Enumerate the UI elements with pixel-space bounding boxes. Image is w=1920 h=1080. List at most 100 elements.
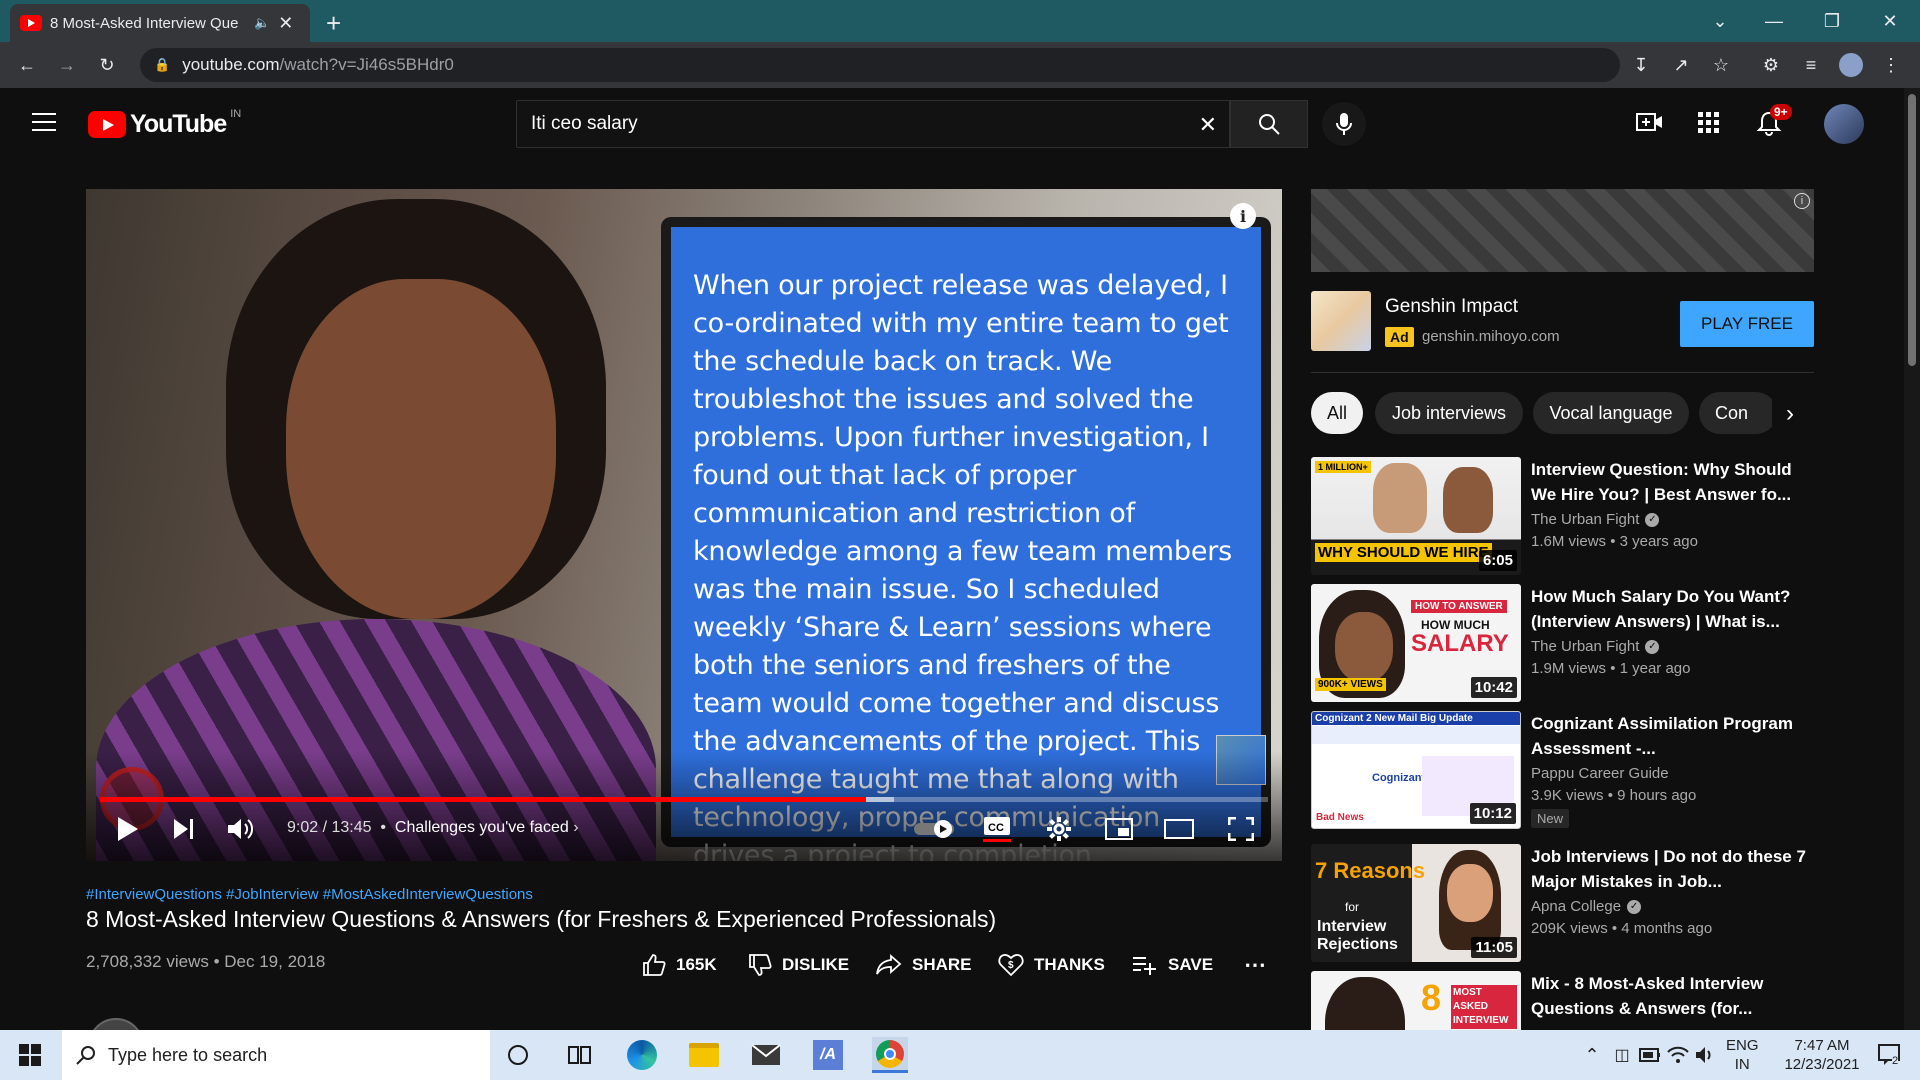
page-scrollbar[interactable] [1904, 88, 1920, 1030]
profile-avatar-icon[interactable] [1838, 52, 1864, 78]
theater-mode-button[interactable] [1158, 811, 1200, 847]
dislike-button[interactable]: DISLIKE [748, 950, 849, 980]
recommended-video[interactable]: HOW TO ANSWER HOW MUCH SALARY 900K+ VIEW… [1311, 584, 1814, 702]
taskbar-search-input[interactable]: Type here to search [62, 1030, 490, 1080]
lock-icon[interactable]: 🔒 [154, 57, 170, 73]
restore-button[interactable]: ❐ [1810, 6, 1854, 36]
video-title[interactable]: Interview Question: Why Should We Hire Y… [1531, 457, 1811, 507]
share-button[interactable]: SHARE [876, 950, 972, 980]
search-placeholder: Type here to search [108, 1044, 268, 1065]
channel-name[interactable]: The Urban Fight ✓ [1531, 511, 1660, 528]
settings-gear-icon[interactable] [1038, 811, 1080, 847]
ad-info-icon[interactable]: i [1794, 193, 1810, 209]
clock[interactable]: 7:47 AM 12/23/2021 [1772, 1036, 1872, 1074]
speaker-icon[interactable]: 🔈 [254, 15, 270, 31]
video-title[interactable]: How Much Salary Do You Want? (Interview … [1531, 584, 1811, 634]
cortana-icon[interactable] [500, 1037, 536, 1073]
file-explorer-icon[interactable] [686, 1037, 722, 1073]
more-actions-icon[interactable]: ⋯ [1244, 950, 1266, 980]
chapter-chevron-icon[interactable]: › [573, 819, 578, 836]
video-thumbnail[interactable]: 7 Reasons for Interview Rejections 11:05 [1311, 844, 1521, 962]
info-icon[interactable]: i [1230, 203, 1256, 229]
clear-search-icon[interactable]: ✕ [1199, 112, 1217, 138]
mail-icon[interactable] [748, 1037, 784, 1073]
ad-banner-image[interactable]: i [1311, 189, 1814, 272]
chip-vocal-language[interactable]: Vocal language [1533, 392, 1689, 434]
task-view-icon[interactable] [562, 1037, 598, 1073]
chip-con[interactable]: Con [1699, 392, 1777, 434]
reload-icon[interactable]: ↻ [94, 52, 120, 78]
extensions-icon[interactable]: ⚙ [1758, 52, 1784, 78]
forward-icon[interactable]: → [54, 52, 80, 78]
close-window-button[interactable]: ✕ [1868, 6, 1912, 36]
like-button[interactable]: 165K [642, 950, 717, 980]
media-queue-icon[interactable]: ≡ [1798, 52, 1824, 78]
install-icon[interactable]: ↧ [1628, 52, 1654, 78]
video-meta: 3.9K views • 9 hours ago [1531, 787, 1697, 804]
video-thumbnail[interactable]: 8 MOST ASKED INTERVIEW [1311, 971, 1521, 1030]
channel-name[interactable]: The Urban Fight ✓ [1531, 638, 1660, 655]
progress-bar[interactable] [100, 797, 1268, 802]
super-thanks-icon: $ [998, 954, 1024, 977]
chrome-menu-icon[interactable]: ⋮ [1878, 52, 1904, 78]
search-button[interactable] [1230, 100, 1308, 148]
create-video-icon[interactable] [1636, 110, 1664, 134]
captions-button[interactable]: CC [976, 811, 1018, 847]
miniplayer-button[interactable] [1098, 811, 1140, 847]
autoplay-toggle[interactable] [912, 811, 958, 847]
edge-browser-icon[interactable] [624, 1037, 660, 1073]
recommended-video[interactable]: 7 Reasons for Interview Rejections 11:05 … [1311, 844, 1814, 962]
notifications-bell-icon[interactable]: 9+ [1756, 104, 1792, 136]
chips-next-chevron-icon[interactable]: › [1772, 398, 1808, 430]
video-hashtags[interactable]: #InterviewQuestions #JobInterview #MostA… [86, 886, 533, 903]
back-icon[interactable]: ← [14, 52, 40, 78]
chrome-taskbar-icon[interactable] [872, 1037, 908, 1073]
recommended-video[interactable]: 8 MOST ASKED INTERVIEW Mix - 8 Most-Aske… [1311, 971, 1814, 1030]
apps-grid-icon[interactable] [1698, 112, 1720, 134]
ad-title[interactable]: Genshin Impact [1385, 296, 1518, 318]
thanks-button[interactable]: $ THANKS [998, 950, 1105, 980]
video-thumbnail[interactable]: 1 MILLION+ WHY SHOULD WE HIRE 6:05 [1311, 457, 1521, 575]
volume-button[interactable] [220, 811, 260, 847]
volume-icon[interactable] [1688, 1037, 1724, 1073]
new-tab-button[interactable]: + [326, 8, 341, 39]
video-thumbnail[interactable]: HOW TO ANSWER HOW MUCH SALARY 900K+ VIEW… [1311, 584, 1521, 702]
video-title[interactable]: Mix - 8 Most-Asked Interview Questions &… [1531, 971, 1811, 1021]
youtube-favicon-icon [20, 15, 42, 31]
next-button[interactable] [166, 811, 202, 847]
recommended-video[interactable]: Cognizant 2 New Mail Big Update Cognizan… [1311, 711, 1814, 829]
ad-thumbnail[interactable] [1311, 291, 1371, 351]
play-button[interactable] [110, 811, 146, 847]
windows-start-icon[interactable] [12, 1037, 48, 1073]
tab-search-icon[interactable]: ⌄ [1698, 6, 1742, 36]
bookmark-star-icon[interactable]: ☆ [1708, 52, 1734, 78]
action-center-icon[interactable]: 2 [1872, 1037, 1908, 1073]
language-indicator[interactable]: ENG IN [1726, 1036, 1759, 1074]
app-icon[interactable]: /A [810, 1037, 846, 1073]
channel-name[interactable]: Pappu Career Guide [1531, 765, 1669, 782]
verified-check-icon: ✓ [1645, 639, 1660, 654]
chip-all[interactable]: All [1311, 392, 1363, 434]
video-player[interactable]: When our project release was delayed, I … [86, 189, 1282, 861]
share-page-icon[interactable]: ↗ [1668, 52, 1694, 78]
youtube-logo[interactable]: YouTube IN [88, 108, 241, 139]
browser-tab[interactable]: 8 Most-Asked Interview Que 🔈 ✕ [10, 4, 310, 42]
fullscreen-button[interactable] [1220, 811, 1262, 847]
voice-search-button[interactable] [1322, 102, 1366, 146]
minimize-button[interactable]: — [1752, 6, 1796, 36]
tab-close-icon[interactable]: ✕ [278, 13, 293, 34]
chapter-title[interactable]: Challenges you've faced [395, 819, 569, 836]
hamburger-menu-icon[interactable] [32, 112, 58, 132]
svg-text:CC: CC [988, 822, 1004, 834]
channel-name[interactable]: Apna College ✓ [1531, 898, 1642, 915]
video-title[interactable]: Job Interviews | Do not do these 7 Major… [1531, 844, 1811, 894]
chip-job-interviews[interactable]: Job interviews [1375, 392, 1523, 434]
video-title[interactable]: Cognizant Assimilation Program Assessmen… [1531, 711, 1811, 761]
search-input[interactable]: Iti ceo salary ✕ [516, 100, 1230, 148]
save-button[interactable]: SAVE [1132, 950, 1213, 980]
play-free-button[interactable]: PLAY FREE [1680, 301, 1814, 347]
recommended-video[interactable]: 1 MILLION+ WHY SHOULD WE HIRE 6:05 Inter… [1311, 457, 1814, 575]
address-bar[interactable]: 🔒 youtube.com/watch?v=Ji46s5BHdr0 [140, 48, 1620, 82]
video-thumbnail[interactable]: Cognizant 2 New Mail Big Update Cognizan… [1311, 711, 1521, 829]
account-avatar[interactable] [1824, 104, 1864, 144]
